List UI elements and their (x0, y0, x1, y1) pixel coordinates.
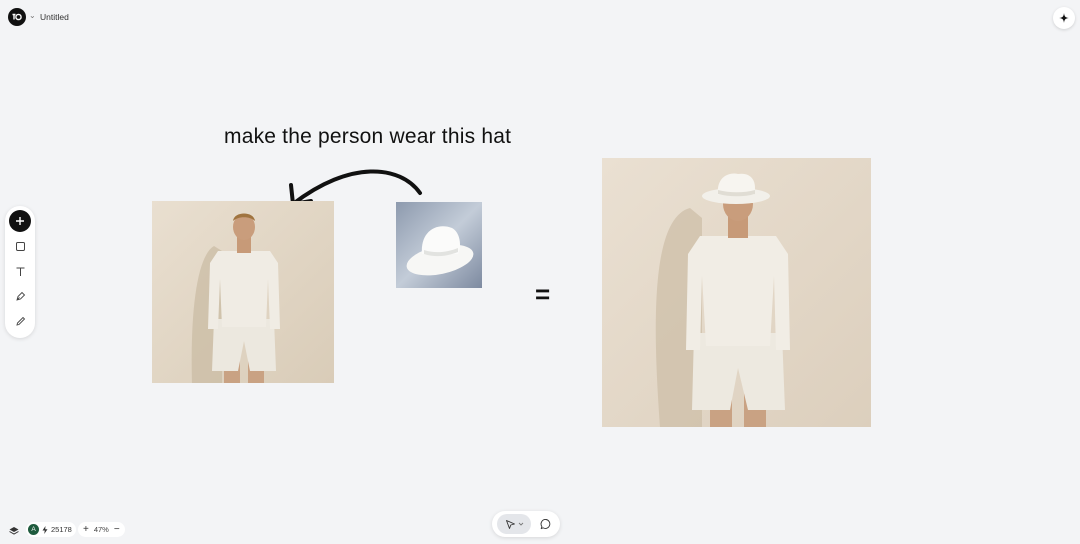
lightning-icon (42, 525, 48, 534)
app-logo-icon[interactable] (8, 8, 26, 26)
credits-count: 25178 (51, 525, 72, 534)
rectangle-tool-button[interactable] (9, 235, 31, 257)
layers-icon (9, 527, 19, 535)
left-toolbar (5, 206, 35, 338)
add-tool-button[interactable] (9, 210, 31, 232)
comment-icon (540, 519, 551, 530)
credits-indicator[interactable]: A 25178 (26, 522, 76, 537)
bottom-toolbar (492, 511, 560, 537)
hat-photo[interactable] (396, 202, 482, 288)
zoom-level[interactable]: 47% (94, 525, 109, 534)
pen-icon (15, 291, 25, 301)
result-photo[interactable] (602, 158, 871, 427)
canvas-text-caption[interactable]: make the person wear this hat (224, 125, 511, 149)
rectangle-icon (15, 241, 25, 251)
person-photo[interactable] (152, 201, 334, 383)
document-title[interactable]: Untitled (40, 12, 69, 22)
cursor-icon (505, 519, 515, 529)
pencil-tool-button[interactable] (9, 310, 31, 332)
layers-button[interactable] (8, 524, 20, 536)
assistant-button[interactable] (1053, 7, 1075, 29)
plus-icon (16, 217, 24, 225)
logo-menu-chevron-icon[interactable]: ⌄ (29, 11, 36, 20)
text-icon (16, 267, 24, 276)
zoom-control: + 47% − (78, 522, 125, 537)
text-tool-button[interactable] (9, 260, 31, 282)
zoom-out-button[interactable]: − (114, 524, 120, 535)
sparkle-icon (1059, 13, 1069, 23)
equals-sign-text[interactable]: = (535, 279, 550, 310)
pencil-icon (15, 316, 25, 326)
zoom-in-button[interactable]: + (83, 524, 89, 535)
chevron-down-icon (518, 522, 523, 526)
avatar[interactable]: A (28, 524, 39, 535)
select-tool-button[interactable] (497, 514, 531, 534)
pen-tool-button[interactable] (9, 285, 31, 307)
comment-tool-button[interactable] (537, 515, 555, 533)
